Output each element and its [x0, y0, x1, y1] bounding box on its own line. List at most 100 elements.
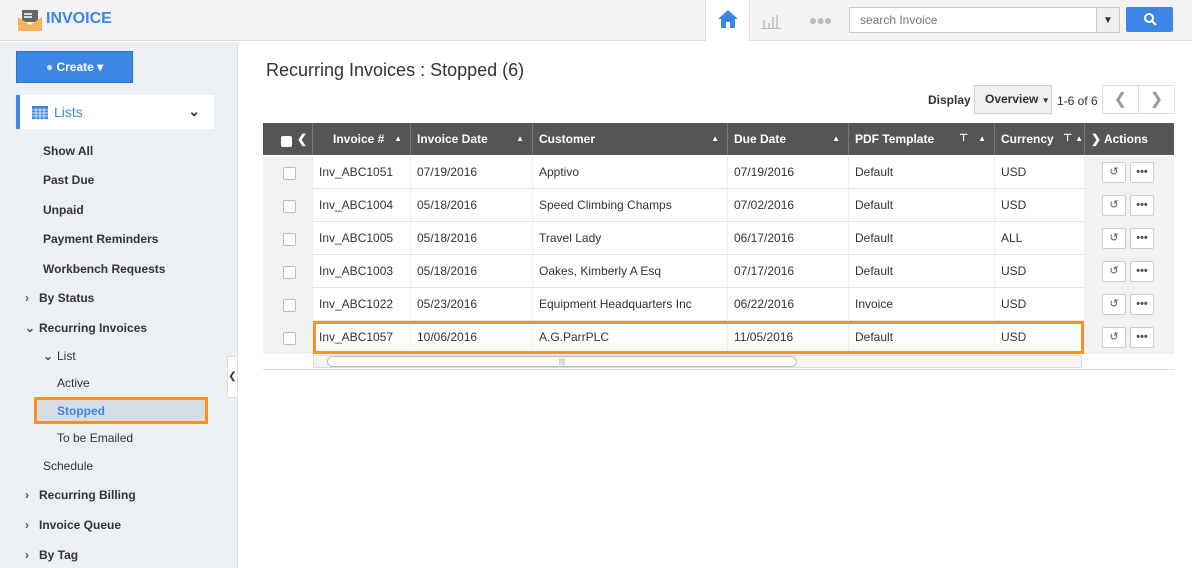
col-invoice-date[interactable]: Invoice Date ▲ [411, 123, 533, 155]
cell-due-date: 06/22/2016 [728, 288, 849, 321]
sidebar-item-to-be-emailed[interactable]: To be Emailed [57, 431, 133, 445]
home-button[interactable] [705, 0, 750, 41]
cell-customer: Apptivo [533, 156, 728, 189]
col-pdf-template[interactable]: PDF Template ⊤ ▲ [849, 123, 995, 155]
cell-invoice-date: 05/18/2016 [411, 222, 533, 255]
more-actions-icon[interactable]: ••• [1130, 228, 1154, 249]
sort-icon[interactable]: ▲ [394, 123, 402, 155]
search-input[interactable] [850, 8, 1090, 32]
table-row[interactable]: Inv_ABC1005 05/18/2016 Travel Lady 06/17/20… [263, 222, 1174, 255]
label: Recurring Billing [39, 488, 136, 502]
cell-customer: Oakes, Kimberly A Esq [533, 255, 728, 288]
sidebar-item-show-all[interactable]: Show All [43, 144, 93, 158]
invoice-envelope-icon [18, 10, 42, 31]
display-select[interactable]: Overview ▼ [974, 85, 1052, 114]
filter-icon[interactable]: ⊤ [1063, 123, 1072, 155]
sidebar-item-recurring-invoices[interactable]: ⌄ Recurring Invoices [25, 321, 147, 335]
sidebar-item-by-tag[interactable]: › By Tag [25, 548, 78, 562]
table-row[interactable]: Inv_ABC1051 07/19/2016 Apptivo 07/19/2016 De… [263, 156, 1174, 189]
row-actions: ↺ ••• [1085, 288, 1174, 321]
col-invoice-number[interactable]: Invoice # ▲ [313, 123, 411, 155]
chevron-right-icon[interactable]: ❯ [1091, 132, 1101, 146]
pagination-count: 1-6 of 6 [1057, 94, 1098, 108]
history-icon[interactable]: ↺ [1102, 195, 1126, 216]
cell-pdf-template: Default [849, 255, 995, 288]
sidebar-item-unpaid[interactable]: Unpaid [43, 203, 84, 217]
col-label: Invoice Date [417, 132, 488, 146]
cell-currency: ALL [995, 222, 1085, 255]
row-checkbox[interactable] [283, 233, 296, 246]
caret-down-icon: ▼ [1041, 96, 1050, 105]
sidebar-item-payment-reminders[interactable]: Payment Reminders [43, 232, 158, 246]
calendar-grid-icon [32, 106, 48, 119]
more-actions-icon[interactable]: ••• [1130, 294, 1154, 315]
cell-pdf-template: Default [849, 156, 995, 189]
col-currency[interactable]: Currency ⊤ ▲ [995, 123, 1085, 155]
history-icon[interactable]: ↺ [1102, 327, 1126, 348]
table-row[interactable]: Inv_ABC1004 05/18/2016 Speed Climbing Cham… [263, 189, 1174, 222]
history-icon[interactable]: ↺ [1102, 294, 1126, 315]
chevron-left-icon[interactable]: ❮ [297, 123, 307, 155]
display-value: Overview [985, 92, 1039, 106]
sidebar-item-by-status[interactable]: › By Status [25, 291, 94, 305]
sort-icon[interactable]: ▲ [978, 123, 986, 155]
sort-icon[interactable]: ▲ [1075, 123, 1083, 155]
sort-icon[interactable]: ▲ [832, 123, 840, 155]
prev-page-button[interactable]: ❮ [1102, 85, 1139, 114]
filter-icon[interactable]: ⊤ [959, 123, 968, 155]
sort-icon[interactable]: ▲ [711, 123, 719, 155]
chevron-down-icon[interactable]: ⌄ [188, 103, 200, 120]
search-box[interactable]: ▼ [849, 7, 1120, 33]
cell-invoice-number: Inv_ABC1022 [313, 288, 411, 321]
sidebar-item-active[interactable]: Active [57, 376, 90, 390]
row-checkbox[interactable] [283, 200, 296, 213]
search-button[interactable] [1126, 7, 1173, 32]
more-actions-icon[interactable]: ••• [1130, 327, 1154, 348]
more-actions-icon[interactable]: ••• [1130, 162, 1154, 183]
row-select-cell [263, 255, 313, 288]
sidebar-item-invoice-queue[interactable]: › Invoice Queue [25, 518, 121, 532]
table-row[interactable]: Inv_ABC1003 05/18/2016 Oakes, Kimberly A E… [263, 255, 1174, 288]
col-customer[interactable]: Customer ▲ [533, 123, 728, 155]
sidebar-item-stopped[interactable]: Stopped [57, 404, 105, 418]
row-checkbox[interactable] [283, 299, 296, 312]
create-button[interactable]: ● Create ▾ [16, 51, 133, 83]
next-page-button[interactable]: ❯ [1138, 85, 1175, 114]
more-icon[interactable]: ●●● [809, 12, 832, 28]
scrollbar-thumb[interactable]: ||| [327, 356, 797, 367]
chevron-right-icon: › [25, 291, 29, 305]
header-select-all[interactable]: ❮ [263, 123, 313, 155]
cell-due-date: 06/17/2016 [728, 222, 849, 255]
row-select-cell [263, 288, 313, 321]
sort-icon[interactable]: ▲ [516, 123, 524, 155]
cell-currency: USD [995, 288, 1085, 321]
lists-section-header[interactable]: Lists ⌄ [16, 95, 214, 129]
table-row[interactable]: Inv_ABC1022 05/23/2016 Equipment Headquart… [263, 288, 1174, 321]
cell-invoice-date: 05/18/2016 [411, 255, 533, 288]
more-actions-icon[interactable]: ••• [1130, 195, 1154, 216]
collapse-sidebar-button[interactable]: ❮ [227, 356, 238, 398]
row-checkbox[interactable] [283, 332, 296, 345]
cell-invoice-number: Inv_ABC1003 [313, 255, 411, 288]
sidebar-item-workbench-requests[interactable]: Workbench Requests [43, 262, 165, 276]
bar-chart-icon[interactable] [760, 11, 782, 31]
cell-pdf-template: Default [849, 189, 995, 222]
create-label: Create [56, 60, 94, 74]
row-checkbox[interactable] [283, 266, 296, 279]
more-actions-icon[interactable]: ••• [1130, 261, 1154, 282]
sidebar-item-past-due[interactable]: Past Due [43, 173, 94, 187]
select-all-checkbox[interactable] [281, 136, 292, 147]
display-label: Display [928, 93, 971, 107]
cell-invoice-number: Inv_ABC1004 [313, 189, 411, 222]
history-icon[interactable]: ↺ [1102, 261, 1126, 282]
history-icon[interactable]: ↺ [1102, 162, 1126, 183]
history-icon[interactable]: ↺ [1102, 228, 1126, 249]
sidebar-item-schedule[interactable]: Schedule [43, 459, 93, 473]
cell-invoice-date: 07/19/2016 [411, 156, 533, 189]
sidebar-item-list[interactable]: ⌄ List [43, 349, 76, 363]
col-due-date[interactable]: Due Date ▲ [728, 123, 849, 155]
chevron-down-icon: ⌄ [43, 349, 54, 363]
sidebar-item-recurring-billing[interactable]: › Recurring Billing [25, 488, 136, 502]
row-checkbox[interactable] [283, 167, 296, 180]
search-dropdown-chevron-icon[interactable]: ▼ [1096, 8, 1119, 32]
